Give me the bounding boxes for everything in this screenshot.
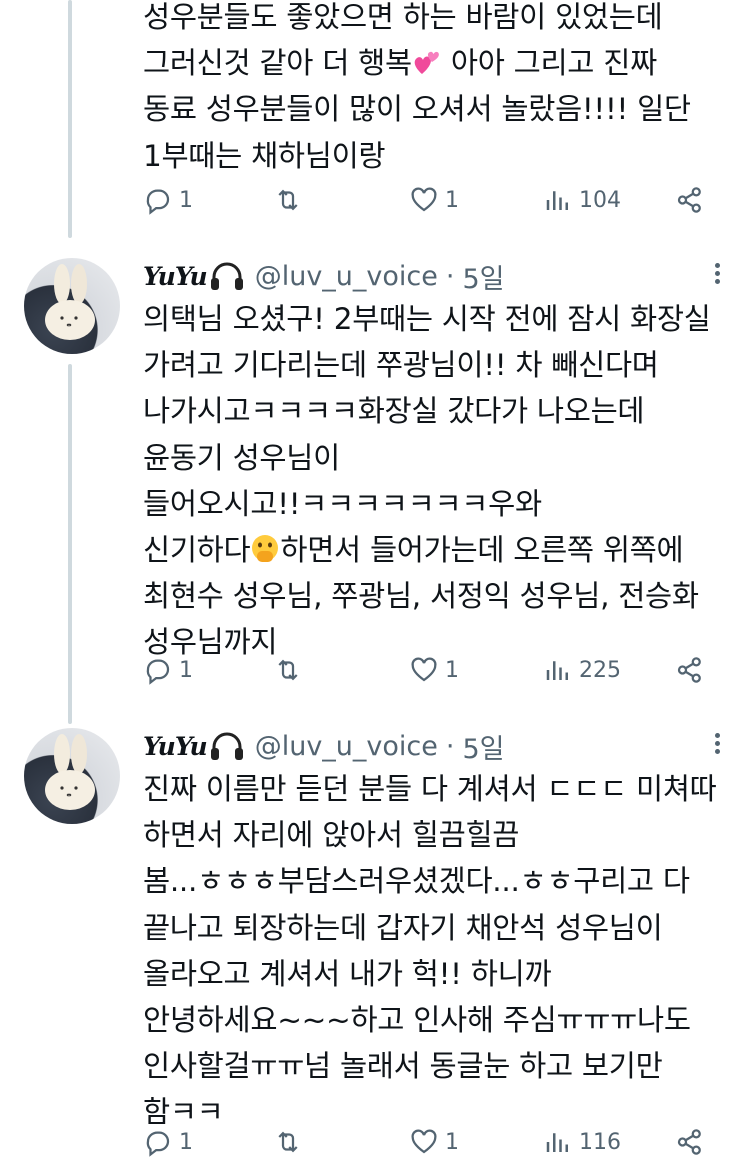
reply-count: 1 — [179, 657, 193, 683]
tweet-actions: 1 1 116 — [143, 1124, 723, 1160]
reply-button[interactable]: 1 — [143, 652, 193, 688]
tweet-text: 성우분들도 좋았으면 하는 바람이 있었는데 그러신것 같아 더 행복 아아 그… — [143, 0, 691, 173]
tweet[interactable]: YuYu @luv_u_voice · 5일 의택님 오셨구! 2부때는 시작 … — [0, 240, 750, 710]
views-count: 104 — [579, 187, 621, 213]
tweet-actions: 1 1 225 — [143, 652, 723, 688]
like-button[interactable]: 1 — [409, 182, 459, 218]
retweet-button[interactable] — [273, 652, 309, 688]
retweet-icon — [278, 189, 298, 211]
like-count: 1 — [445, 187, 459, 213]
heart-icon — [411, 187, 437, 212]
like-button[interactable]: 1 — [409, 652, 459, 688]
share-icon — [677, 187, 701, 213]
retweet-icon — [278, 659, 298, 681]
tweet[interactable]: 성우분들도 좋았으면 하는 바람이 있었는데 그러신것 같아 더 행복 아아 그… — [0, 0, 750, 240]
bunny-plush-image — [45, 264, 95, 340]
avatar[interactable] — [24, 258, 120, 354]
reply-count: 1 — [179, 1129, 193, 1155]
tweet[interactable]: YuYu @luv_u_voice · 5일 진짜 이름만 듣던 분들 다 계셔… — [0, 710, 750, 1175]
like-button[interactable]: 1 — [409, 1124, 459, 1160]
avatar[interactable] — [24, 728, 120, 824]
headphones-emoji — [210, 262, 243, 290]
reply-icon — [146, 659, 170, 685]
headphones-emoji — [210, 732, 243, 760]
retweet-icon — [278, 1131, 298, 1153]
separator-dot: · — [445, 730, 455, 762]
reply-button[interactable]: 1 — [143, 182, 193, 218]
reply-icon — [146, 189, 170, 215]
views-icon — [546, 1133, 568, 1152]
like-count: 1 — [445, 657, 459, 683]
more-button[interactable] — [712, 730, 722, 760]
share-icon — [677, 1129, 701, 1155]
user-handle[interactable]: @luv_u_voice — [255, 731, 438, 762]
retweet-button[interactable] — [273, 182, 309, 218]
display-name[interactable]: YuYu — [143, 262, 208, 291]
views-icon — [546, 661, 568, 680]
timestamp[interactable]: 5일 — [462, 727, 504, 766]
like-count: 1 — [445, 1129, 459, 1155]
tweet-text: 진짜 이름만 듣던 분들 다 계셔서 ㄷㄷㄷ 미쳐따 하면서 자리에 앉아서 힐… — [143, 772, 717, 1130]
heart-icon — [411, 657, 437, 682]
face-with-hand-over-mouth-emoji — [252, 535, 279, 563]
views-count: 225 — [579, 657, 621, 683]
bunny-plush-image — [45, 734, 95, 810]
tweet-text: 의택님 오셨구! 2부때는 시작 전에 잠시 화장실 가려고 기다리는데 쭈광님… — [143, 302, 711, 660]
share-button[interactable] — [675, 182, 705, 218]
views-button[interactable]: 116 — [543, 1124, 621, 1160]
retweet-button[interactable] — [273, 1124, 309, 1160]
views-icon — [546, 191, 568, 210]
reply-count: 1 — [179, 187, 193, 213]
two-hearts-emoji — [414, 51, 439, 75]
display-name[interactable]: YuYu — [143, 732, 208, 761]
tweet-header: YuYu @luv_u_voice · 5일 — [143, 726, 505, 766]
separator-dot: · — [445, 260, 455, 292]
views-button[interactable]: 104 — [543, 182, 621, 218]
heart-icon — [411, 1129, 437, 1154]
tweet-actions: 1 1 104 — [143, 182, 723, 218]
user-handle[interactable]: @luv_u_voice — [255, 261, 438, 292]
share-button[interactable] — [675, 1124, 705, 1160]
reply-icon — [146, 1131, 170, 1157]
views-count: 116 — [579, 1129, 621, 1155]
tweet-header: YuYu @luv_u_voice · 5일 — [143, 256, 505, 296]
share-icon — [677, 657, 701, 683]
more-button[interactable] — [712, 260, 722, 290]
reply-button[interactable]: 1 — [143, 1124, 193, 1160]
share-button[interactable] — [675, 652, 705, 688]
views-button[interactable]: 225 — [543, 652, 621, 688]
timestamp[interactable]: 5일 — [462, 257, 504, 296]
